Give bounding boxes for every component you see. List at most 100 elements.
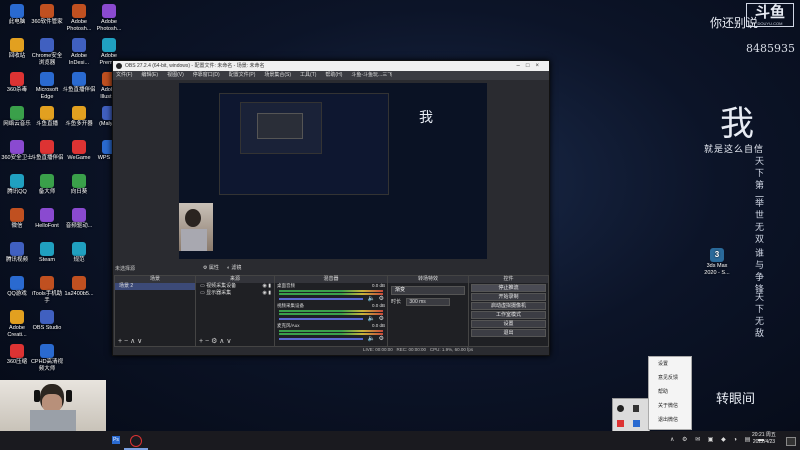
- desktop-icon[interactable]: QQ游戏: [0, 276, 34, 298]
- duration-input[interactable]: 300 ms: [406, 298, 451, 306]
- desktop-icon[interactable]: 360杀毒: [0, 72, 34, 94]
- gear-icon[interactable]: ⚙: [379, 315, 384, 322]
- volume-slider[interactable]: [279, 318, 363, 320]
- desktop-icon[interactable]: Steam: [30, 242, 64, 264]
- obs-window[interactable]: OBS 27.2.4 (64-bit, windows) - 配置文件: 未命名…: [112, 60, 550, 356]
- source-item[interactable]: ▭ 视频采集设备 ◉ ▮: [196, 283, 274, 290]
- scene-item[interactable]: 场景 2: [115, 283, 195, 290]
- desktop-icon[interactable]: Microsoft Edge: [30, 72, 64, 100]
- desktop-icon[interactable]: HelloFont: [30, 208, 64, 230]
- desktop-icon[interactable]: WeGame: [62, 140, 96, 162]
- obs-menu-item[interactable]: 视图(V): [167, 72, 184, 78]
- obs-tray-icon[interactable]: [617, 405, 624, 412]
- app-icon: [72, 4, 86, 18]
- desktop-icon[interactable]: 腾讯QQ: [0, 174, 34, 196]
- obs-menu-item[interactable]: 帮助(H): [325, 72, 342, 78]
- nested-preview-1: [219, 93, 389, 195]
- desktop-icon[interactable]: 斗鱼直播伴侣: [30, 140, 64, 162]
- notification-icon[interactable]: [786, 437, 796, 446]
- desktop-icon[interactable]: 向日葵: [62, 174, 96, 196]
- volume-slider[interactable]: [279, 298, 363, 300]
- desktop-icon-3dsmax[interactable]: 3 3ds Max 2020 - S...: [700, 248, 734, 276]
- transition-select[interactable]: 渐变: [391, 286, 465, 295]
- gear-icon[interactable]: ⚙: [379, 295, 384, 302]
- tray-red-icon[interactable]: [617, 420, 624, 427]
- obs-menu-item[interactable]: 停靠窗口(D): [193, 72, 220, 78]
- desktop-icon[interactable]: 斗鱼直播: [30, 106, 64, 128]
- desktop-icon[interactable]: 1a2400b5...: [62, 276, 96, 298]
- mixer-channel: 麦克风/Aux 0.0 dB 🔈 ⚙: [277, 323, 385, 342]
- desktop-icon[interactable]: 360软件管家: [30, 4, 64, 26]
- taskbar-ps-icon[interactable]: Ps: [112, 436, 120, 444]
- tray-menu-item[interactable]: 设置: [649, 357, 691, 371]
- desktop-icon[interactable]: 规范: [62, 242, 96, 264]
- control-button[interactable]: 启动虚拟摄像机: [471, 302, 546, 310]
- sources-toolbar[interactable]: + − ⚙ ∧ ∨: [199, 337, 231, 345]
- tray-blue-icon[interactable]: [633, 420, 640, 427]
- desktop-icon[interactable]: iTools手机助手: [30, 276, 64, 304]
- desktop-icon[interactable]: Chrome安全浏览器: [30, 38, 64, 66]
- tray-menu-item[interactable]: 退出微信: [649, 413, 691, 427]
- speaker-icon[interactable]: 🔈: [368, 315, 375, 322]
- control-button[interactable]: 退出: [471, 329, 546, 337]
- tray-menu-item[interactable]: 帮助: [649, 385, 691, 399]
- window-controls[interactable]: –□×: [517, 61, 545, 71]
- desktop-icon[interactable]: 斗鱼直播伴侣: [62, 72, 96, 94]
- obs-menu-item[interactable]: 配置文件(P): [229, 72, 256, 78]
- obs-menu-item[interactable]: 斗鱼-斗鱼玩...三飞: [351, 72, 392, 78]
- obs-menu-item[interactable]: 文件(F): [116, 72, 132, 78]
- app-icon: [72, 174, 86, 188]
- mixer-channel: 桌面音频 0.0 dB 🔈 ⚙: [277, 283, 385, 302]
- mixer-channel: 视频采集设备 0.0 dB 🔈 ⚙: [277, 303, 385, 322]
- desktop-icon[interactable]: 360安全卫士: [0, 140, 34, 162]
- obs-preview[interactable]: 我: [179, 83, 487, 259]
- desktop-icon[interactable]: 360压缩: [0, 344, 34, 366]
- obs-menu-item[interactable]: 场景集合(S): [264, 72, 291, 78]
- taskbar: Ps ∧ ⚙ ✉ ▣ ◆ ◑ ▤ ▬ 20:21 周五 2022/4/23: [0, 431, 800, 450]
- gear-icon[interactable]: ⚙: [379, 335, 384, 342]
- visibility-eye-icon[interactable]: ◉ ▮: [262, 290, 271, 297]
- obs-titlebar[interactable]: OBS 27.2.4 (64-bit, windows) - 配置文件: 未命名…: [113, 61, 549, 71]
- control-button[interactable]: 工作室模式: [471, 311, 546, 319]
- control-button[interactable]: 停止推流: [471, 284, 546, 292]
- control-button[interactable]: 开始录制: [471, 293, 546, 301]
- desktop-icon[interactable]: 斗鱼多开器: [62, 106, 96, 128]
- wallpaper-vertical-1: 天下第一: [753, 156, 763, 204]
- properties-button[interactable]: ⚙ 属性: [203, 264, 219, 271]
- desktop-icon[interactable]: Adobe Creati...: [0, 310, 34, 338]
- volume-meter: [279, 290, 383, 292]
- tray-app-icon[interactable]: [633, 405, 639, 412]
- desktop-icon[interactable]: CPHD高清视频大师: [30, 344, 64, 372]
- desktop-icon[interactable]: Adobe Photosh...: [62, 4, 96, 32]
- desktop-icon[interactable]: 微信: [0, 208, 34, 230]
- tray-menu-item[interactable]: 意见反馈: [649, 371, 691, 385]
- taskbar-obs-icon[interactable]: [130, 435, 142, 447]
- obs-menu-item[interactable]: 编辑(E): [141, 72, 158, 78]
- tray-overflow-panel[interactable]: [612, 398, 650, 432]
- source-item[interactable]: ▭ 显示器采集 ◉ ▮: [196, 290, 274, 297]
- transitions-panel: 转场特效 渐变 时长 300 ms: [387, 275, 469, 347]
- desktop-icon[interactable]: OBS Studio: [30, 310, 64, 332]
- visibility-eye-icon[interactable]: ◉ ▮: [262, 283, 271, 290]
- desktop-icon[interactable]: 回收站: [0, 38, 34, 60]
- app-icon: [40, 106, 54, 120]
- desktop-icon[interactable]: 腾讯视频: [0, 242, 34, 264]
- desktop-icon[interactable]: 此电脑: [0, 4, 34, 26]
- speaker-icon[interactable]: 🔈: [368, 295, 375, 302]
- taskbar-clock[interactable]: 20:21 周五 2022/4/23: [752, 432, 776, 446]
- scenes-toolbar[interactable]: + − ∧ ∨: [118, 337, 142, 345]
- desktop-icon[interactable]: Adobe InDesi...: [62, 38, 96, 66]
- desktop-icon[interactable]: 网络云音乐: [0, 106, 34, 128]
- volume-slider[interactable]: [279, 338, 363, 340]
- filters-button[interactable]: ◐ 滤镜: [227, 264, 241, 271]
- tray-menu-item[interactable]: 关于微信: [649, 399, 691, 413]
- desktop-icon[interactable]: 音频驱动...: [62, 208, 96, 230]
- obs-menu-item[interactable]: 工具(T): [300, 72, 316, 78]
- speaker-icon[interactable]: 🔈: [368, 335, 375, 342]
- control-button[interactable]: 设置: [471, 320, 546, 328]
- desktop-icon[interactable]: 备大师: [30, 174, 64, 196]
- obs-menubar[interactable]: 文件(F) 编辑(E) 视图(V) 停靠窗口(D) 配置文件(P) 场景集合(S) 工具(T…: [113, 71, 549, 80]
- desktop-icon[interactable]: Adobe Photosh...: [92, 4, 126, 32]
- app-icon: [102, 38, 116, 52]
- app-icon: [40, 140, 54, 154]
